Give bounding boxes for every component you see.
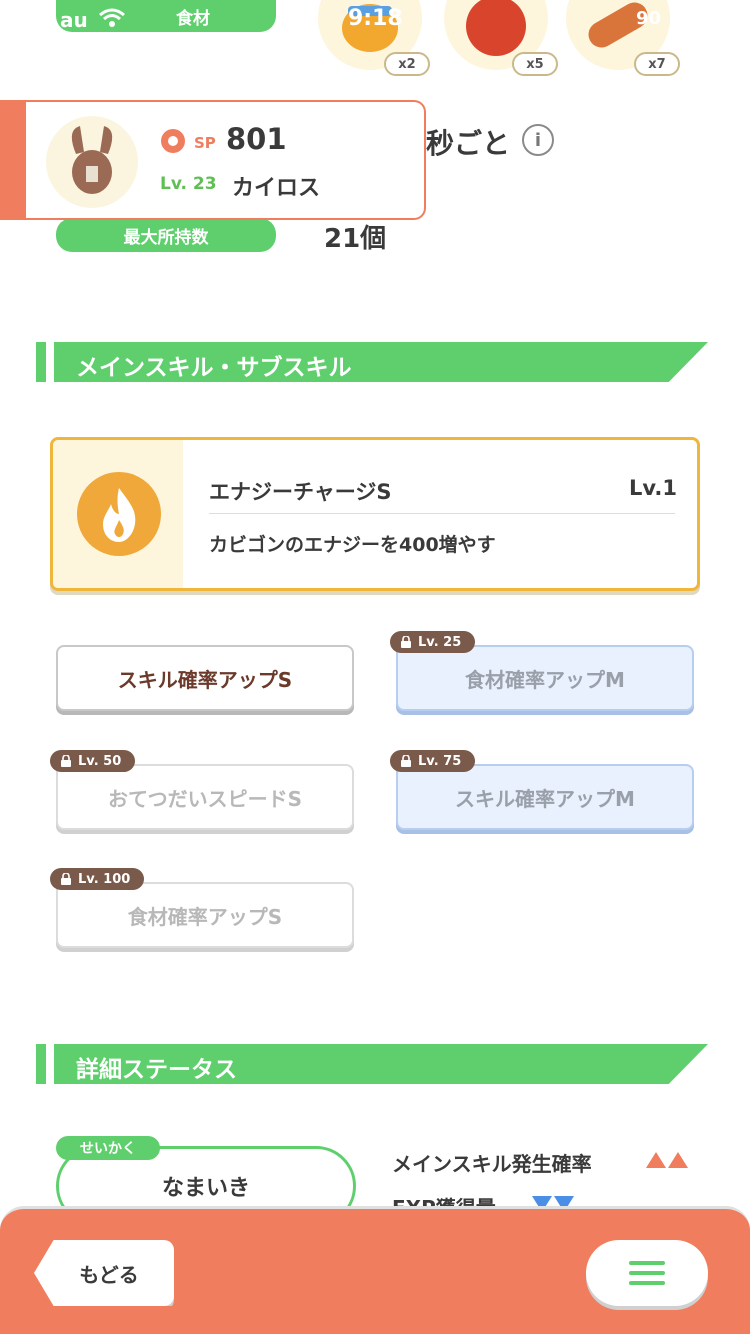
carrier-label: au	[60, 8, 88, 32]
ingredient-count-honey: x2	[384, 52, 430, 76]
wifi-icon	[99, 8, 125, 27]
main-skill-card[interactable]: エナジーチャージS Lv.1 カビゴンのエナジーを400増やす	[50, 437, 700, 591]
main-skill-level: Lv.1	[629, 476, 677, 500]
pokemon-card[interactable]: SP 801 Lv. 23 カイロス	[0, 100, 426, 220]
lock-icon	[401, 755, 411, 767]
status-time: 9:18	[348, 6, 403, 31]
sub-skill-2-label: 食材確率アップM	[465, 667, 625, 692]
sub-skill-3-label: おてつだいスピードS	[107, 786, 302, 811]
ingredient-count-sausage: x7	[634, 52, 680, 76]
main-skill-name: エナジーチャージS	[209, 480, 392, 504]
lock-icon	[61, 873, 71, 885]
details-section-header: 詳細ステータス	[36, 1044, 708, 1084]
info-icon[interactable]: i	[522, 124, 554, 156]
pinsir-icon	[71, 126, 113, 194]
sub-skill-1-label: スキル確率アップS	[117, 667, 293, 692]
back-button-label: もどる	[79, 1262, 139, 1287]
sub-skill-3-lock-level: Lv. 50	[78, 753, 122, 769]
help-interval-text: 秒ごと	[426, 127, 511, 160]
ingredient-count-apple: x5	[512, 52, 558, 76]
sub-skill-4-lock-level: Lv. 75	[418, 753, 462, 769]
nature-value: なまいき	[161, 1176, 250, 1201]
lock-icon	[401, 636, 411, 648]
battery-label: 90	[636, 8, 662, 29]
main-skill-icon-panel	[53, 440, 183, 588]
menu-button[interactable]	[586, 1240, 708, 1306]
main-skill-description: カビゴンのエナジーを400増やす	[209, 534, 496, 556]
sub-skill-2-button[interactable]: 食材確率アップM	[396, 645, 694, 711]
skills-section-title: メインスキル・サブスキル	[76, 355, 352, 381]
sub-skill-5-label: 食材確率アップS	[127, 904, 283, 929]
skills-section-header: メインスキル・サブスキル	[36, 342, 708, 382]
pokemon-avatar	[46, 116, 138, 208]
sp-value: 801	[226, 122, 287, 156]
arrow-up-icon	[646, 1152, 688, 1172]
sub-skill-3-lock-badge: Lv. 50	[50, 750, 136, 772]
sub-skill-4-lock-badge: Lv. 75	[390, 750, 476, 772]
max-carry-pill: 最大所持数	[56, 218, 276, 252]
sub-skill-5-lock-badge: Lv. 100	[50, 868, 145, 890]
max-carry-label: 最大所持数	[123, 227, 209, 248]
sub-skill-2-lock-level: Lv. 25	[418, 634, 462, 650]
sub-skill-5-button[interactable]: 食材確率アップS	[56, 882, 354, 948]
max-carry-value: 21個	[324, 224, 387, 254]
pokemon-level: Lv. 23	[160, 174, 217, 194]
details-section-title: 詳細ステータス	[76, 1057, 237, 1083]
lock-icon	[61, 755, 71, 767]
flame-icon	[103, 488, 136, 542]
nature-effect-up-label: メインスキル発生確率	[392, 1152, 592, 1176]
sp-icon	[161, 129, 185, 153]
back-button[interactable]: もどる	[34, 1240, 174, 1306]
ingredient-header-label: 食材	[176, 8, 210, 29]
sub-skill-5-lock-level: Lv. 100	[78, 871, 131, 887]
sub-skill-1-button[interactable]: スキル確率アップS	[56, 645, 354, 711]
main-skill-divider	[209, 513, 675, 514]
sub-skill-4-button[interactable]: スキル確率アップM	[396, 764, 694, 830]
nature-tag: せいかく	[56, 1136, 160, 1160]
sub-skill-2-lock-badge: Lv. 25	[390, 631, 476, 653]
ingredient-header-pill: 食材	[56, 0, 276, 32]
main-skill-icon-circle	[77, 472, 161, 556]
pokemon-card-stripe	[0, 102, 26, 218]
pokemon-name: カイロス	[232, 176, 321, 201]
sub-skill-3-button[interactable]: おてつだいスピードS	[56, 764, 354, 830]
hamburger-icon	[629, 1261, 665, 1285]
nature-effect-up: メインスキル発生確率	[392, 1148, 592, 1177]
sub-skill-4-label: スキル確率アップM	[455, 786, 635, 811]
sp-label: SP	[194, 134, 216, 152]
